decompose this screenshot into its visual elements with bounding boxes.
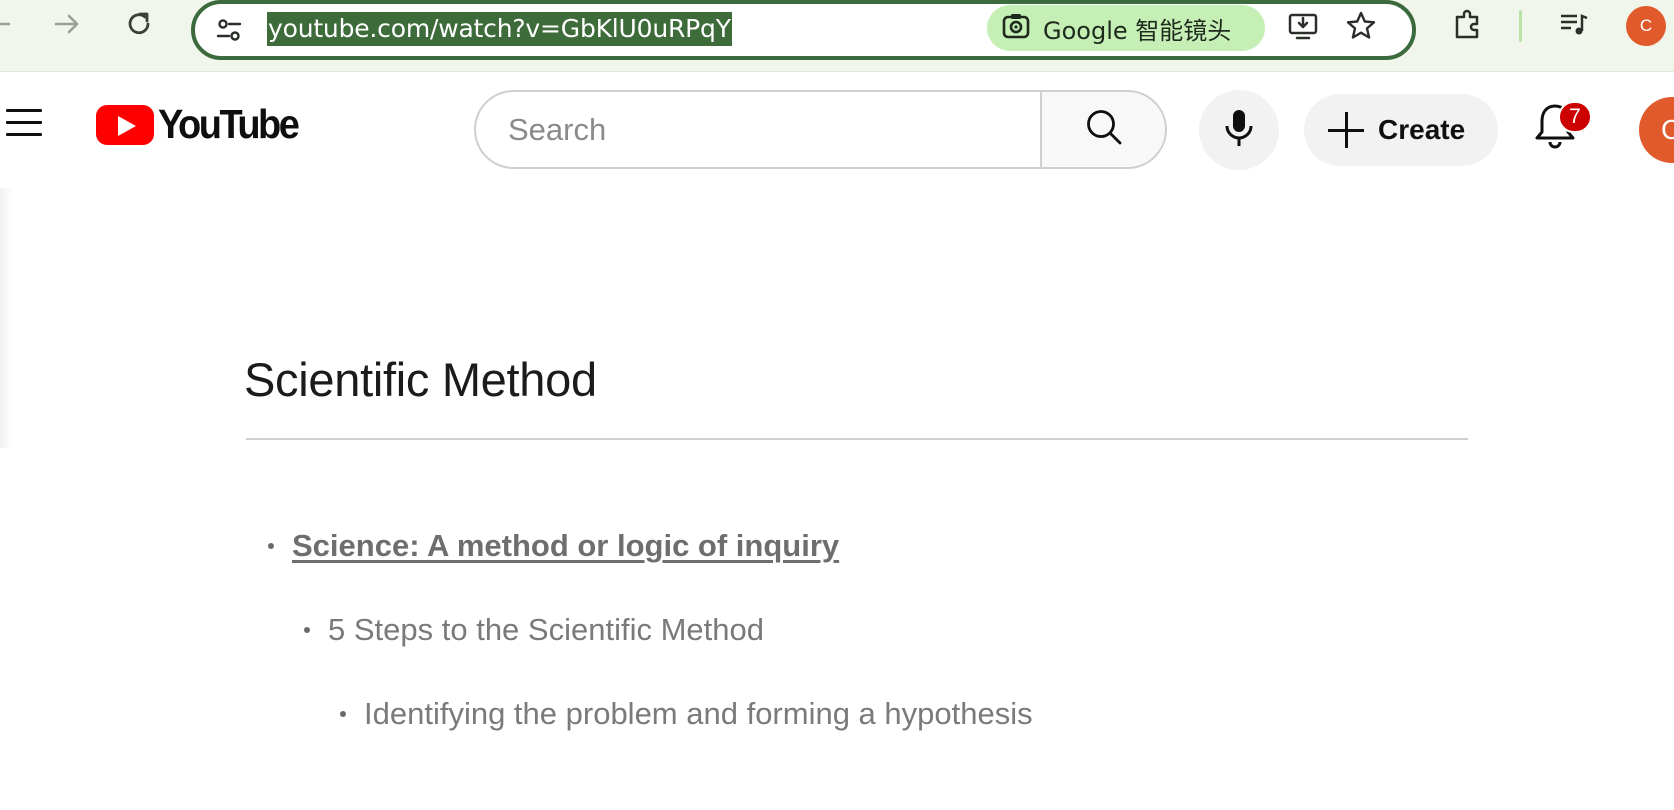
voice-search-button[interactable] — [1199, 90, 1279, 170]
youtube-logo[interactable]: YouTube — [96, 101, 300, 148]
reload-button[interactable] — [119, 6, 159, 46]
address-bar[interactable]: youtube.com/watch?v=GbKlU0uRPqY Google 智… — [191, 0, 1416, 60]
create-button[interactable]: Create — [1304, 94, 1498, 166]
menu-icon[interactable] — [0, 103, 46, 143]
account-avatar[interactable]: C — [1639, 97, 1674, 163]
google-lens-chip[interactable]: Google 智能镜头 — [987, 5, 1265, 51]
url-text[interactable]: youtube.com/watch?v=GbKlU0uRPqY — [267, 12, 732, 46]
reload-icon — [124, 9, 154, 44]
search-button[interactable] — [1040, 90, 1167, 169]
video-player[interactable]: Scientific Method Science: A method or l… — [0, 188, 1674, 810]
toolbar-divider — [1519, 10, 1522, 42]
bookmark-button[interactable] — [1341, 8, 1381, 48]
youtube-logo-text: YouTube — [158, 101, 300, 148]
google-lens-icon — [1001, 11, 1031, 46]
bullet-text: 5 Steps to the Scientific Method — [328, 612, 764, 647]
bell-icon — [1533, 104, 1577, 155]
bullet-level-2: 5 Steps to the Scientific Method — [304, 612, 764, 648]
install-app-icon — [1287, 10, 1319, 47]
back-icon — [0, 9, 13, 44]
notification-count-badge: 7 — [1558, 101, 1592, 133]
media-controls-icon — [1558, 8, 1590, 45]
bullet-text: Science: A method or logic of inquiry — [292, 528, 840, 563]
extensions-button[interactable] — [1448, 6, 1488, 46]
browser-profile-avatar[interactable]: C — [1626, 6, 1666, 46]
create-label: Create — [1378, 114, 1466, 145]
extensions-icon — [1451, 7, 1485, 46]
slide-title: Scientific Method — [244, 353, 597, 406]
browser-toolbar: youtube.com/watch?v=GbKlU0uRPqY Google 智… — [0, 0, 1674, 72]
microphone-icon — [1222, 108, 1256, 153]
media-controls-button[interactable] — [1554, 6, 1594, 46]
back-button[interactable] — [0, 6, 18, 46]
search-box — [474, 90, 1042, 169]
youtube-play-icon — [96, 105, 154, 145]
google-lens-label: Google 智能镜头 — [1043, 16, 1232, 45]
bullet-dot — [340, 711, 346, 717]
search-icon — [1084, 107, 1124, 152]
bookmark-star-icon — [1345, 10, 1377, 47]
search-input[interactable] — [508, 110, 1008, 150]
site-settings-icon[interactable] — [213, 14, 245, 46]
youtube-masthead: YouTube Create 7 C — [0, 73, 1674, 188]
install-app-button[interactable] — [1283, 8, 1323, 48]
forward-button[interactable] — [47, 6, 87, 46]
bullet-dot — [268, 543, 274, 549]
bullet-text: Identifying the problem and forming a hy… — [364, 696, 1033, 731]
bullet-dot — [304, 627, 310, 633]
player-edge-shade — [0, 188, 14, 448]
bullet-level-3: Identifying the problem and forming a hy… — [340, 696, 1033, 732]
title-divider — [246, 438, 1468, 440]
plus-icon — [1328, 112, 1364, 148]
bullet-level-1: Science: A method or logic of inquiry — [268, 528, 839, 564]
forward-icon — [52, 9, 82, 44]
